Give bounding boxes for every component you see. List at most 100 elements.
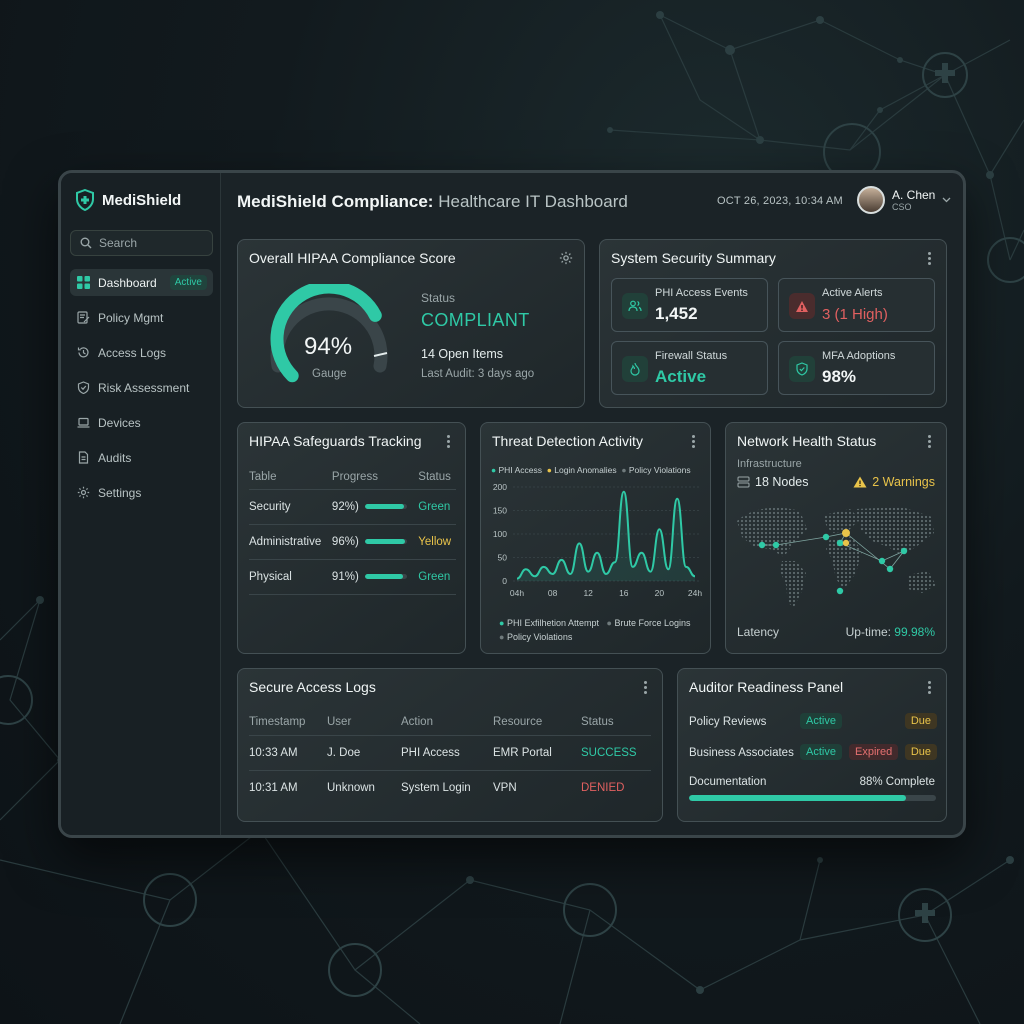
progress-bar <box>365 573 408 579</box>
uptime: Up-time: 99.98% <box>846 625 935 639</box>
shield-check-icon <box>77 381 90 394</box>
series-line <box>516 490 696 580</box>
laptop-icon <box>77 417 90 428</box>
log-user: Unknown <box>327 781 375 794</box>
business-associates-row: Business Associates Active Expired Due <box>689 744 937 764</box>
sidebar-item-access-logs[interactable]: Access Logs <box>70 339 213 366</box>
x-tick-label: 08 <box>548 588 558 598</box>
brand[interactable]: MediShield <box>75 189 181 211</box>
sidebar-item-settings[interactable]: Settings <box>70 479 213 506</box>
x-tick-label: 20 <box>655 588 665 598</box>
warnings-value: 2 Warnings <box>872 475 935 489</box>
progress-value: 96%) <box>331 535 359 548</box>
search-placeholder: Search <box>99 236 138 250</box>
table-row[interactable]: Administrative 96%) Yellow <box>249 524 456 559</box>
y-tick-label: 0 <box>502 576 507 586</box>
more-options-icon[interactable] <box>922 251 936 265</box>
node-count: 18 Nodes <box>737 475 809 489</box>
progress-fill <box>365 573 404 579</box>
more-options-icon[interactable] <box>922 434 936 448</box>
table-row[interactable]: 10:33 AM J. Doe PHI Access EMR Portal SUCCES… <box>249 735 651 770</box>
more-options-icon[interactable] <box>638 680 652 694</box>
warnings-indicator[interactable]: 2 Warnings <box>853 475 935 489</box>
more-options-icon[interactable] <box>686 434 700 448</box>
sidebar-nav: Dashboard Active Policy Mgmt Access Logs… <box>70 269 213 514</box>
status-badge[interactable]: Expired <box>849 744 899 760</box>
tile-label: PHI Access Events <box>655 287 748 299</box>
chart-legend-bottom: ● PHI Exfilhetion Attempt ● Brute Force … <box>499 618 691 642</box>
user-role: CSO <box>892 202 912 212</box>
shield-icon <box>789 356 815 382</box>
sidebar: MediShield Search Dashboard Active Polic… <box>61 173 221 835</box>
user-menu[interactable]: A. Chen CSO <box>857 186 951 214</box>
sidebar-item-risk-assessment[interactable]: Risk Assessment <box>70 374 213 401</box>
legend-item: Policy Violations <box>628 465 691 475</box>
more-options-icon[interactable] <box>922 680 936 694</box>
tile-label: Active Alerts <box>822 287 883 299</box>
legend-item: Policy Violations <box>506 632 573 642</box>
y-tick-label: 150 <box>493 506 507 516</box>
world-map <box>737 507 936 607</box>
current-datetime: OCT 26, 2023, 10:34 AM <box>717 195 843 207</box>
card-title: Overall HIPAA Compliance Score <box>249 250 456 266</box>
table-row[interactable]: 10:31 AM Unknown System Login VPN DENIED <box>249 770 651 805</box>
legend-item: Brute Force Logins <box>614 618 691 628</box>
warning-icon <box>853 476 867 488</box>
card-title: Auditor Readiness Panel <box>689 679 844 695</box>
gauge-label: Gauge <box>312 368 347 380</box>
latency-label: Latency <box>737 625 780 639</box>
tile-value: 3 (1 High) <box>822 306 888 323</box>
status-badge[interactable]: Due <box>904 744 937 760</box>
x-tick-label: 12 <box>583 588 593 598</box>
sidebar-item-devices[interactable]: Devices <box>70 409 213 436</box>
gear-icon[interactable] <box>559 251 573 265</box>
open-items: 14 Open Items <box>421 347 503 361</box>
page-title: MediShield Compliance: Healthcare IT Das… <box>237 192 628 212</box>
search-icon <box>80 237 92 249</box>
firewall-status-tile[interactable]: Firewall Status Active <box>611 341 768 395</box>
log-resource: EMR Portal <box>493 746 552 759</box>
tile-label: MFA Adoptions <box>822 350 896 362</box>
flame-icon <box>622 356 648 382</box>
status-badge[interactable]: Due <box>904 713 937 729</box>
uptime-label: Up-time: <box>845 625 891 639</box>
user-name: A. Chen <box>892 188 936 202</box>
row-label: Policy Reviews <box>689 716 767 728</box>
tile-label: Firewall Status <box>655 350 728 362</box>
avatar <box>857 186 885 214</box>
x-tick-label: 16 <box>619 588 629 598</box>
row-progress: 92%) <box>332 489 418 524</box>
card-title: Network Health Status <box>737 433 877 449</box>
tile-value: Active <box>655 367 707 386</box>
more-options-icon[interactable] <box>441 434 455 448</box>
row-name: Administrative <box>249 535 322 548</box>
access-logs-table: Timestamp User Action Resource Status 10… <box>249 709 651 805</box>
search-box[interactable]: Search <box>70 230 213 256</box>
progress-value: 91%) <box>331 570 359 583</box>
mfa-adoption-tile[interactable]: MFA Adoptions 98% <box>778 341 935 395</box>
sidebar-item-policy-mgmt[interactable]: Policy Mgmt <box>70 304 213 331</box>
table-row[interactable]: Physical 91%) Green <box>249 559 456 594</box>
chevron-down-icon <box>942 197 951 203</box>
network-health-card: Network Health Status Infrastructure 18 … <box>725 422 947 654</box>
phi-access-tile[interactable]: PHI Access Events 1,452 <box>611 278 768 332</box>
table-row[interactable]: Security 92%) Green <box>249 489 456 524</box>
sidebar-item-audits[interactable]: Audits <box>70 444 213 471</box>
status-badge[interactable]: Active <box>800 713 842 729</box>
active-alerts-tile[interactable]: Active Alerts 3 (1 High) <box>778 278 935 332</box>
row-progress: 96%) <box>332 524 418 559</box>
row-status: Green <box>418 500 451 513</box>
card-title: HIPAA Safeguards Tracking <box>249 433 422 449</box>
page-title-bold: MediShield Compliance: <box>237 192 434 211</box>
column-header: Timestamp <box>249 715 306 728</box>
status-badge[interactable]: Active <box>800 744 842 760</box>
sidebar-item-dashboard[interactable]: Dashboard Active <box>70 269 213 296</box>
users-icon <box>622 293 648 319</box>
row-name: Security <box>249 500 291 513</box>
dashboard-window: MediShield Search Dashboard Active Polic… <box>58 170 966 838</box>
documentation-value: 88% Complete <box>859 776 935 788</box>
sidebar-item-label: Settings <box>98 485 142 500</box>
status-label: Status <box>421 291 456 305</box>
row-status: Green <box>418 570 451 583</box>
uptime-value: 99.98% <box>894 625 935 639</box>
